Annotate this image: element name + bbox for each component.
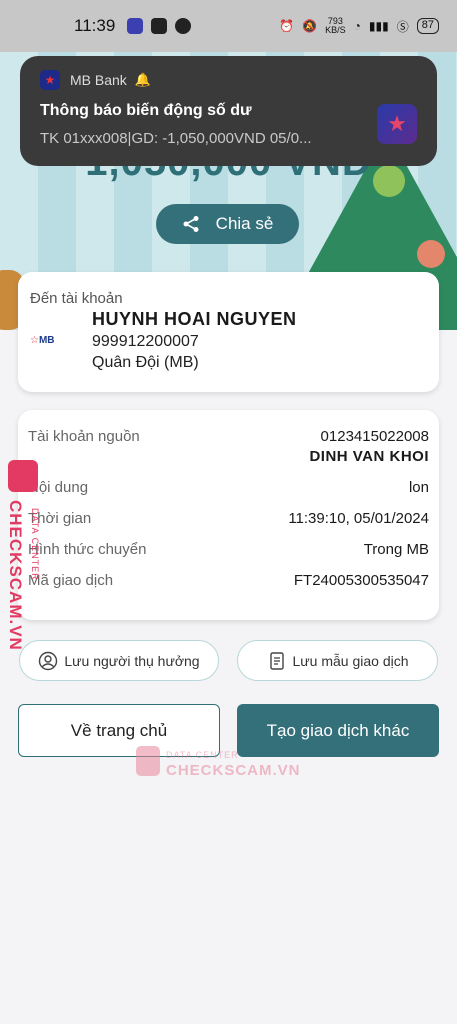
time-value: 11:39:10, 05/01/2024 (288, 510, 429, 527)
share-label: Chia sẻ (215, 214, 274, 233)
mb-bank-logo: ☆MB (30, 335, 55, 346)
destination-label: Đến tài khoản (30, 290, 123, 307)
time-row: Thời gian 11:39:10, 05/01/2024 (28, 510, 429, 527)
bank-notification[interactable]: ★ MB Bank 🔔 Thông báo biến động số dư TK… (20, 56, 437, 166)
lock-icon (8, 460, 38, 492)
destination-account-card: Đến tài khoản ☆MB HUYNH HOAI NGUYEN 9999… (18, 272, 439, 392)
app-notification-icon (127, 18, 144, 34)
mb-bank-app-icon: ★ (40, 70, 60, 90)
watermark-brand: CHECKSCAM.VN (6, 500, 25, 651)
source-account-row: Tài khoản nguồn 0123415022008 DINH VAN K… (28, 428, 429, 465)
source-account-number: 0123415022008 (320, 428, 429, 445)
watermark-brand: CHECKSCAM.VN (166, 762, 301, 779)
watermark-sub: DATA CENTER (166, 750, 239, 760)
mute-icon: 🔕 (302, 19, 318, 33)
save-beneficiary-label: Lưu người thụ hưởng (64, 652, 200, 669)
checkscam-side-watermark: CHECKSCAM.VN DATA CENTER (2, 460, 50, 660)
ornament-decoration (417, 240, 445, 268)
wifi-icon: ◔ (353, 19, 361, 33)
transaction-details-card: Tài khoản nguồn 0123415022008 DINH VAN K… (18, 410, 439, 620)
data-saver-icon: Ⓢ (396, 19, 409, 34)
status-bar: 11:39 ⏰ 🔕 793 KB/S ◔ ▮▮▮ Ⓢ 87 (0, 0, 457, 52)
messenger-icon (175, 18, 192, 34)
content-value: lon (408, 479, 429, 496)
transaction-id-row: Mã giao dịch FT24005300535047 (28, 572, 429, 589)
network-speed: 793 KB/S (325, 16, 346, 35)
checkscam-center-watermark: DATA CENTER CHECKSCAM.VN (136, 742, 300, 782)
notification-header: ★ MB Bank 🔔 (40, 70, 417, 90)
recipient-bank-name: Quân Đội (MB) (92, 354, 199, 371)
source-account-name: DINH VAN KHOI (309, 448, 429, 465)
save-template-button[interactable]: Lưu mẫu giao dịch (237, 640, 438, 681)
share-icon (183, 216, 199, 232)
share-button[interactable]: Chia sẻ (156, 204, 299, 244)
battery-indicator: 87 (416, 18, 439, 34)
notification-title: Thông báo biến động số dư (40, 102, 252, 119)
bell-icon: 🔔 (134, 72, 151, 87)
signal-icon: ▮▮▮ (368, 19, 389, 33)
notification-app-name: MB Bank (70, 72, 127, 88)
status-time: 11:39 (74, 16, 116, 35)
transaction-id-value: FT24005300535047 (293, 572, 429, 589)
notification-body: TK 01xxx008|GD: -1,050,000VND 05/0... (40, 130, 312, 147)
lock-icon (136, 746, 160, 776)
alarm-icon: ⏰ (279, 19, 295, 33)
method-value: Trong MB (363, 541, 429, 558)
document-icon (269, 651, 284, 670)
recipient-name: HUYNH HOAI NGUYEN (92, 309, 297, 329)
recipient-account-number: 999912200007 (92, 333, 199, 350)
content-row: Nội dung lon (28, 479, 429, 496)
watermark-sub: DATA CENTER (30, 508, 40, 581)
status-indicators: ⏰ 🔕 793 KB/S ◔ ▮▮▮ Ⓢ 87 (279, 17, 439, 35)
mb-bank-logo-icon: ★ (377, 104, 417, 144)
save-template-label: Lưu mẫu giao dịch (292, 652, 409, 669)
method-row: Hình thức chuyển Trong MB (28, 541, 429, 558)
zalo-icon (151, 18, 168, 34)
